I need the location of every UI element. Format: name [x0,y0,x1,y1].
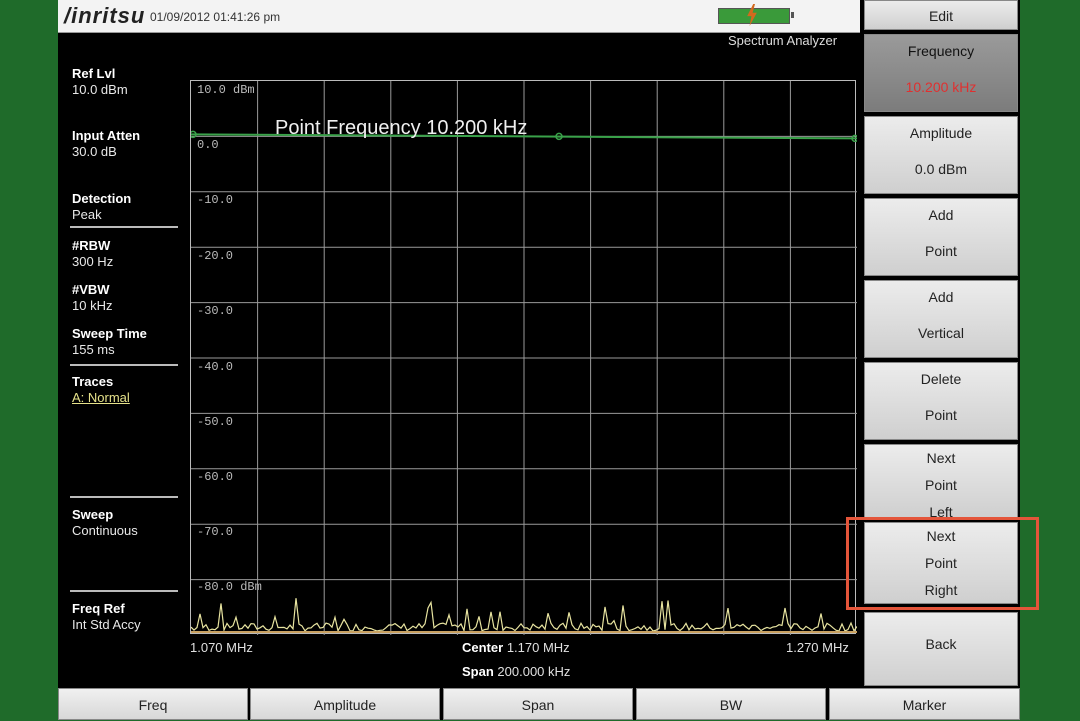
highlight-box [846,517,1039,610]
frequency-button-value: 10.200 kHz [905,79,977,95]
y-axis-label: 10.0 dBm [197,83,255,97]
divider [70,226,178,228]
sweep-label: Sweep [72,507,114,522]
detection-value: Peak [72,207,102,222]
sweep-time-label: Sweep Time [72,326,147,341]
edit-title-label: Edit [928,8,954,24]
freq-ref-value: Int Std Accy [72,617,141,632]
delete-point-line1: Delete [920,371,962,387]
datetime-display: 01/09/2012 01:41:26 pm [150,10,281,24]
y-axis-label: -40.0 [197,360,234,374]
span-frequency: Span 200.000 kHz [462,664,570,679]
ref-level-value: 10.0 dBm [72,82,128,97]
edit-menu-title: Edit [864,0,1018,30]
ref-level-label: Ref Lvl [72,66,116,81]
add-vertical-line1: Add [928,289,954,305]
back-button[interactable]: Back [864,612,1018,686]
add-point-line1: Add [928,207,954,223]
point-frequency-label: Point Frequency 10.200 kHz [275,117,528,139]
add-point-button[interactable]: Add Point [864,198,1018,276]
back-button-label: Back [925,636,957,652]
center-label: Center [462,640,504,655]
center-frequency: Center 1.170 MHz [462,640,570,655]
span-label: Span [462,664,494,679]
detection-label: Detection [72,191,132,206]
frequency-button[interactable]: Frequency 10.200 kHz [864,34,1018,112]
rbw-label: #RBW [72,238,111,253]
delete-point-button[interactable]: Delete Point [864,362,1018,440]
sweep-time-value: 155 ms [72,342,115,357]
input-atten-setting: Input Atten 30.0 dB [72,128,140,160]
freq-ref-setting: Freq Ref Int Std Accy [72,601,141,633]
divider [70,364,178,366]
y-axis-label: -80.0 dBm [197,580,262,594]
bw-menu-button[interactable]: BW [636,688,826,720]
add-point-line2: Point [925,243,957,259]
ref-level-setting: Ref Lvl 10.0 dBm [72,66,128,98]
anritsu-logo: /inritsu [64,3,146,28]
vbw-setting: #VBW 10 kHz [72,282,112,314]
mode-label: Spectrum Analyzer [728,33,838,48]
freq-menu-button[interactable]: Freq [58,688,248,720]
instrument-screen: /inritsu 01/09/2012 01:41:26 pm Spectrum… [58,0,1020,720]
amplitude-button-label: Amplitude [909,125,973,141]
y-axis-label: 0.0 [197,138,219,152]
center-value: 1.170 MHz [506,640,570,655]
vbw-label: #VBW [72,282,110,297]
rbw-value: 300 Hz [72,254,114,269]
frequency-button-label: Frequency [907,43,975,59]
freq-ref-label: Freq Ref [72,601,125,616]
next-point-left-line1: Next [926,450,956,466]
divider [70,590,178,592]
next-point-left-button[interactable]: Next Point Left [864,444,1018,520]
span-value: 200.000 kHz [497,664,571,679]
add-vertical-button[interactable]: Add Vertical [864,280,1018,358]
amplitude-menu-button[interactable]: Amplitude [250,688,440,720]
stop-frequency: 1.270 MHz [786,640,849,655]
start-frequency: 1.070 MHz [190,640,253,655]
spectrum-plot[interactable]: 10.0 dBm 0.0 -10.0 -20.0 -30.0 -40.0 -50… [190,80,857,635]
vbw-value: 10 kHz [72,298,113,313]
traces-label: Traces [72,374,114,389]
y-axis-label: -70.0 [197,525,234,539]
y-axis-label: -10.0 [197,193,234,207]
input-atten-value: 30.0 dB [72,144,117,159]
add-vertical-line2: Vertical [918,325,964,341]
divider [70,496,178,498]
marker-menu-button[interactable]: Marker [829,688,1020,720]
amplitude-button[interactable]: Amplitude 0.0 dBm [864,116,1018,194]
trace-a-link[interactable]: A: Normal [72,390,130,406]
span-menu-button[interactable]: Span [443,688,633,720]
y-axis-label: -50.0 [197,415,234,429]
traces-setting: Traces A: Normal [72,374,130,406]
delete-point-line2: Point [925,407,957,423]
amplitude-button-value: 0.0 dBm [914,161,968,177]
spectrum-graph [191,81,857,635]
sweep-time-setting: Sweep Time 155 ms [72,326,147,358]
input-atten-label: Input Atten [72,128,141,143]
y-axis-label: -30.0 [197,304,234,318]
detection-setting: Detection Peak [72,191,131,223]
status-bar: /inritsu 01/09/2012 01:41:26 pm [58,0,860,33]
rbw-setting: #RBW 300 Hz [72,238,113,270]
next-point-left-line2: Point [925,477,957,493]
bottom-menu-bar: Freq Amplitude Span BW Marker [58,688,1020,720]
sweep-setting: Sweep Continuous [72,507,138,539]
y-axis-label: -20.0 [197,249,234,263]
y-axis-label: -60.0 [197,470,234,484]
sweep-value: Continuous [72,523,138,538]
battery-tip-icon [791,12,794,18]
